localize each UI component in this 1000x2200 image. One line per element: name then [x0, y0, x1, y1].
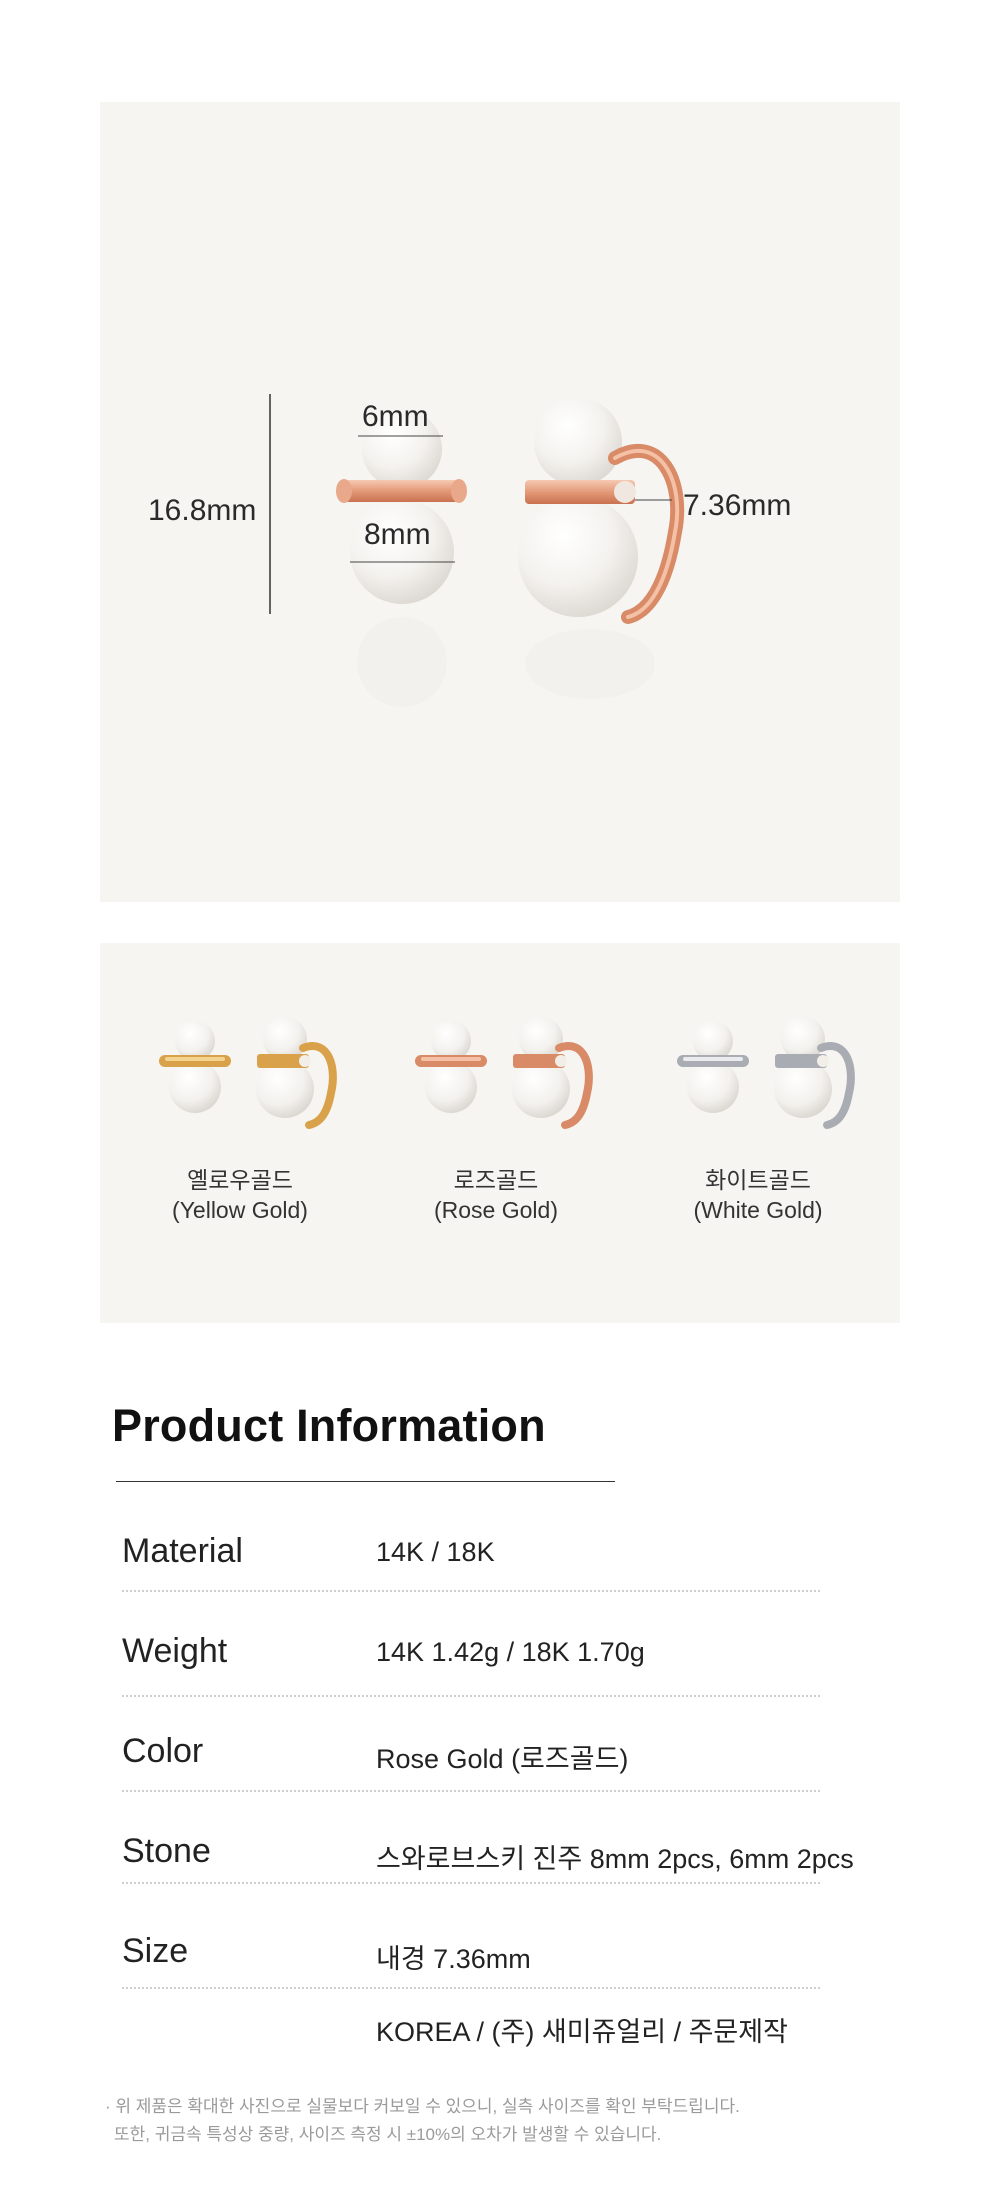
row-divider	[122, 1987, 820, 1989]
disclaimer-line-1: · 위 제품은 확대한 사진으로 실물보다 커보일 수 있으니, 실측 사이즈를…	[105, 2097, 740, 2116]
color-name: 옐로우골드	[187, 1167, 293, 1193]
earring-side-view	[518, 398, 685, 699]
size-value: 내경 7.36mm	[376, 1944, 531, 1974]
color-value: Rose Gold (로즈골드)	[376, 1744, 629, 1774]
material-label: Material	[122, 1532, 243, 1570]
row-divider	[122, 1882, 820, 1884]
color-swatch-white-gold	[677, 1017, 855, 1129]
color-sub: (Rose Gold)	[434, 1197, 558, 1223]
stone-value: 스와로브스키 진주 8mm 2pcs, 6mm 2pcs	[376, 1844, 854, 1874]
color-label-rose-gold: 로즈골드 (Rose Gold)	[386, 1165, 606, 1225]
material-value: 14K / 18K	[376, 1537, 495, 1567]
color-label: Color	[122, 1732, 204, 1770]
color-label-yellow-gold: 옐로우골드 (Yellow Gold)	[130, 1165, 350, 1225]
color-sub: (Yellow Gold)	[172, 1197, 308, 1223]
color-swatch-rose-gold	[415, 1017, 593, 1129]
row-divider	[122, 1790, 820, 1792]
color-label-white-gold: 화이트골드 (White Gold)	[648, 1165, 868, 1225]
dimension-total-height: 16.8mm	[148, 494, 257, 527]
origin-text: KOREA / (주) 새미쥬얼리 / 주문제작	[376, 2017, 788, 2047]
product-info-title: Product Information	[112, 1400, 546, 1451]
color-swatch-yellow-gold	[159, 1017, 337, 1129]
weight-value: 14K 1.42g / 18K 1.70g	[376, 1637, 645, 1667]
color-options-panel: 옐로우골드 (Yellow Gold) 로즈골드 (Rose Gold) 화이트…	[100, 943, 900, 1323]
color-name: 로즈골드	[453, 1167, 539, 1193]
title-divider	[116, 1481, 615, 1482]
size-label: Size	[122, 1932, 189, 1970]
dimension-inner-diameter: 7.36mm	[683, 489, 792, 522]
row-divider	[122, 1590, 820, 1592]
color-name: 화이트골드	[705, 1167, 811, 1193]
dimension-bottom-pearl: 8mm	[364, 518, 431, 551]
color-swatch-images	[159, 1017, 855, 1129]
row-divider	[122, 1695, 820, 1697]
color-sub: (White Gold)	[693, 1197, 823, 1223]
earring-front-view	[336, 409, 467, 707]
stone-label: Stone	[122, 1832, 211, 1870]
weight-label: Weight	[122, 1632, 228, 1670]
disclaimer-line-2: 또한, 귀금속 특성상 중량, 사이즈 측정 시 ±10%의 오차가 발생할 수…	[114, 2125, 662, 2144]
dimension-top-pearl: 6mm	[362, 400, 429, 433]
product-hero-image: 16.8mm 6mm 8mm 7.36mm	[100, 102, 900, 902]
